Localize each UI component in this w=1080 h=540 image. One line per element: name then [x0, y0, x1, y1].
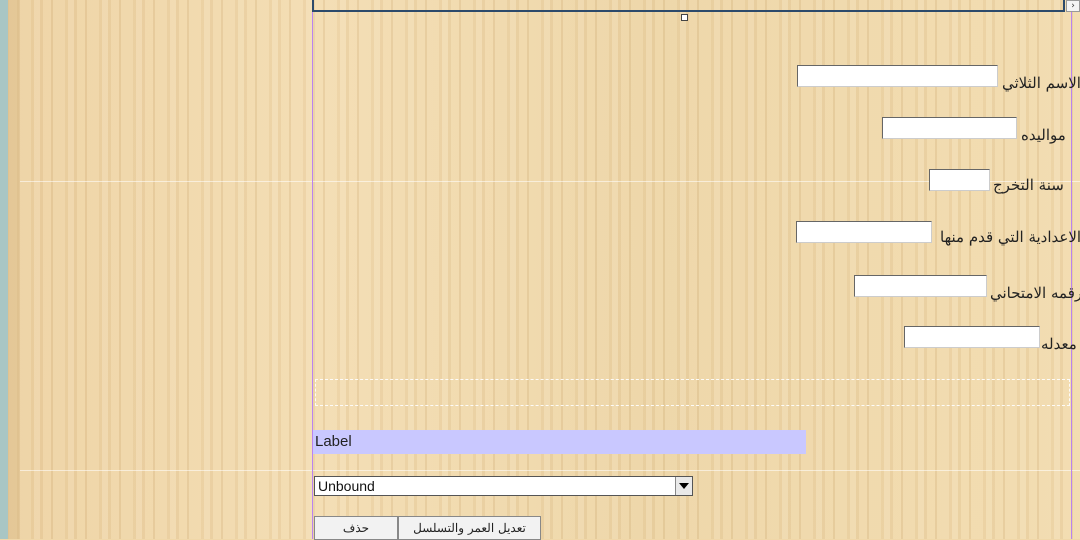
scroll-right-button[interactable]: ›: [1066, 0, 1080, 12]
birth-date-label: مواليده: [1021, 126, 1066, 144]
chevron-right-icon: ›: [1071, 1, 1075, 11]
dropdown-button[interactable]: [675, 477, 692, 495]
left-edge-shadow: [8, 0, 20, 539]
average-input[interactable]: [904, 326, 1040, 348]
left-edge-strip: [0, 0, 8, 539]
label-control[interactable]: Label: [313, 430, 806, 454]
combo-value: Unbound: [318, 478, 375, 494]
exam-number-input[interactable]: [854, 275, 987, 297]
full-name-input[interactable]: [797, 65, 998, 87]
delete-button[interactable]: حذف: [314, 516, 398, 540]
graduation-year-input[interactable]: [929, 169, 990, 191]
birth-date-input[interactable]: [882, 117, 1017, 139]
chevron-down-icon: [679, 483, 689, 489]
exam-number-label: رقمه الامتحاني: [990, 284, 1080, 302]
average-label: معدله: [1041, 335, 1077, 353]
header-section-bar[interactable]: [312, 0, 1065, 12]
edit-age-sequence-button[interactable]: تعديل العمر والتسلسل: [398, 516, 541, 540]
unbound-combo-box[interactable]: Unbound: [314, 476, 693, 496]
full-name-label: الاسم الثلاثي: [1002, 74, 1080, 92]
graduation-year-label: سنة التخرج: [993, 176, 1064, 194]
preparatory-school-label: الاعدادية التي قدم منها: [940, 228, 1080, 246]
preparatory-school-input[interactable]: [796, 221, 932, 243]
empty-placeholder-region[interactable]: [315, 379, 1070, 406]
